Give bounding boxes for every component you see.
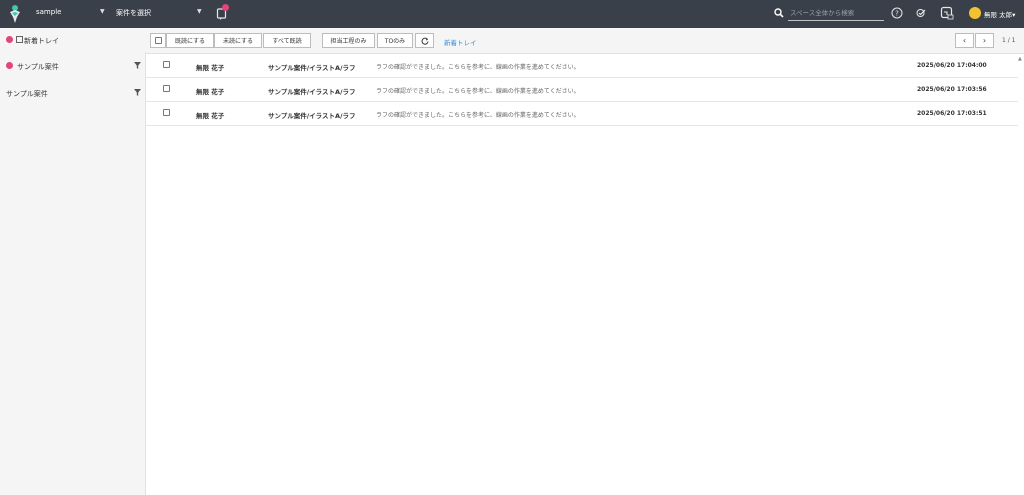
message-toolbar: 既読にする 未読にする すべて既読 担当工程のみ TOのみ 新着トレイ ‹ › … bbox=[146, 28, 1024, 54]
message-text: ラフの確認ができました。こちらを参考に、線画の作業を進めてください。 bbox=[376, 112, 580, 119]
refresh-button[interactable] bbox=[415, 33, 434, 48]
search-icon[interactable] bbox=[774, 8, 784, 18]
message-row[interactable]: 無限 花子 サンプル案件/イラストA/ラフ ラフの確認ができました。こちらを参考… bbox=[146, 102, 1018, 126]
chevron-left-icon: ‹ bbox=[962, 36, 967, 45]
page-info: 1 / 1 bbox=[1002, 37, 1016, 44]
message-project: サンプル案件/イラストA/ラフ bbox=[268, 112, 356, 120]
message-row[interactable]: 無限 花子 サンプル案件/イラストA/ラフ ラフの確認ができました。こちらを参考… bbox=[146, 78, 1018, 102]
scroll-up-arrow[interactable]: ▲ bbox=[1018, 56, 1022, 62]
inbox-icon bbox=[16, 36, 23, 43]
notification-badge bbox=[222, 4, 229, 11]
filter-icon[interactable] bbox=[134, 62, 141, 69]
top-bar: sample ▼ 案件を選択 ▼ ? 無限 太郎▾ bbox=[0, 0, 1024, 28]
inbox-link[interactable]: 新着トレイ bbox=[444, 37, 477, 47]
sidebar-item-inbox[interactable]: 新着トレイ bbox=[0, 28, 146, 52]
sidebar-item-label: サンプル案件 bbox=[6, 90, 48, 98]
message-project: サンプル案件/イラストA/ラフ bbox=[268, 88, 356, 96]
row-checkbox[interactable] bbox=[163, 85, 170, 92]
message-text: ラフの確認ができました。こちらを参考に、線画の作業を進めてください。 bbox=[376, 64, 580, 71]
message-date: 2025/06/20 17:04:00 bbox=[917, 62, 987, 69]
sidebar-item-label: 新着トレイ bbox=[24, 37, 59, 45]
message-date: 2025/06/20 17:03:56 bbox=[917, 86, 987, 93]
prev-page-button[interactable]: ‹ bbox=[955, 33, 974, 48]
next-page-button[interactable]: › bbox=[975, 33, 994, 48]
sidebar-item-project[interactable]: サンプル案件 bbox=[0, 81, 146, 105]
row-checkbox[interactable] bbox=[163, 109, 170, 116]
sidebar-item-label: サンプル案件 bbox=[17, 63, 59, 71]
message-text: ラフの確認ができました。こちらを参考に、線画の作業を進めてください。 bbox=[376, 88, 580, 95]
refresh-icon bbox=[421, 37, 428, 45]
user-menu[interactable]: 無限 太郎▾ bbox=[984, 9, 1015, 19]
help-icon[interactable]: ? bbox=[891, 7, 903, 19]
message-sender: 無限 花子 bbox=[196, 88, 225, 96]
row-checkbox[interactable] bbox=[163, 61, 170, 68]
to-only-button[interactable]: TOのみ bbox=[377, 33, 413, 48]
mark-all-read-button[interactable]: すべて既読 bbox=[263, 33, 311, 48]
svg-text:?: ? bbox=[895, 10, 899, 18]
unread-dot bbox=[6, 62, 13, 69]
message-sender: 無限 花子 bbox=[196, 112, 225, 120]
project-selector[interactable]: 案件を選択 bbox=[116, 8, 151, 18]
unread-dot bbox=[6, 36, 13, 43]
search-input[interactable] bbox=[788, 6, 884, 21]
mark-read-button[interactable]: 既読にする bbox=[166, 33, 214, 48]
task-check-icon[interactable] bbox=[916, 8, 926, 18]
chevron-right-icon: › bbox=[982, 36, 987, 45]
app-logo-icon[interactable] bbox=[8, 3, 22, 25]
mark-unread-button[interactable]: 未読にする bbox=[214, 33, 262, 48]
avatar[interactable] bbox=[969, 7, 981, 19]
space-caret-icon[interactable]: ▼ bbox=[100, 8, 105, 15]
filter-icon[interactable] bbox=[134, 89, 141, 96]
workspace-icon[interactable] bbox=[940, 6, 954, 20]
select-all-checkbox[interactable] bbox=[150, 33, 166, 48]
message-sender: 無限 花子 bbox=[196, 64, 225, 72]
sidebar: 新着トレイ サンプル案件 サンプル案件 bbox=[0, 28, 146, 495]
sidebar-item-project[interactable]: サンプル案件 bbox=[0, 54, 146, 78]
message-date: 2025/06/20 17:03:51 bbox=[917, 110, 987, 117]
message-project: サンプル案件/イラストA/ラフ bbox=[268, 64, 356, 72]
message-row[interactable]: 無限 花子 サンプル案件/イラストA/ラフ ラフの確認ができました。こちらを参考… bbox=[146, 54, 1018, 78]
project-caret-icon[interactable]: ▼ bbox=[197, 8, 202, 15]
my-process-only-button[interactable]: 担当工程のみ bbox=[322, 33, 375, 48]
space-selector[interactable]: sample bbox=[36, 8, 61, 16]
